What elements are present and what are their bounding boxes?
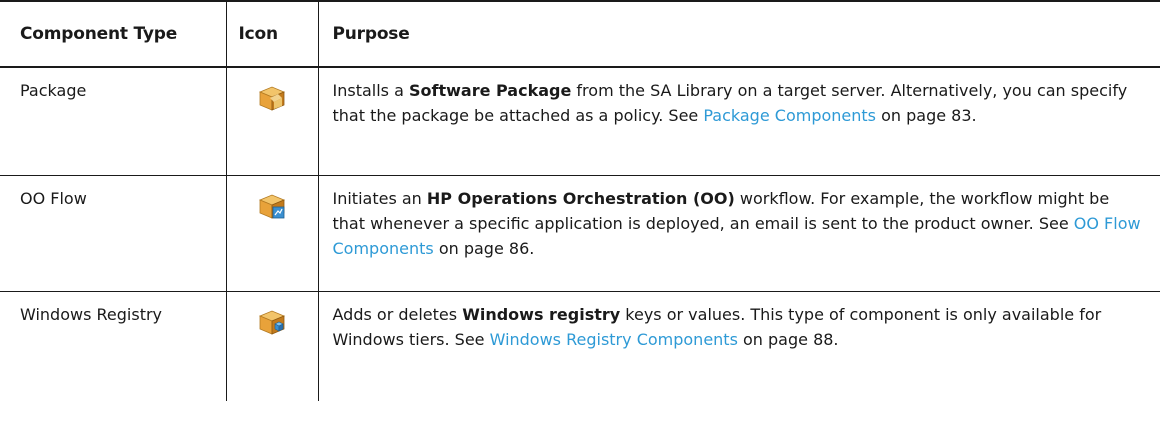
windows-registry-components-link[interactable]: Windows Registry Components [490,330,738,349]
windows-registry-box-icon [256,306,288,338]
purpose-text: Initiates an [332,189,427,208]
package-box-icon [256,82,288,114]
purpose-text: Installs a [332,81,409,100]
component-types-table: Component Type Icon Purpose Package Inst… [0,0,1160,401]
table-header-row: Component Type Icon Purpose [0,0,1160,68]
purpose-text: Adds or deletes [332,305,463,324]
purpose-bold-term: Software Package [408,81,572,100]
page-reference: on page 86. [433,239,535,258]
page-reference: on page 83. [876,106,977,125]
table-row: Windows Registry Adds or deletes Windows… [0,291,1160,401]
header-purpose: Purpose [317,0,1160,68]
component-type-cell: Package [20,81,87,100]
purpose-cell: Initiates an HP Operations Orchestration… [317,175,1160,292]
purpose-cell: Adds or deletes Windows registry keys or… [317,291,1160,401]
header-icon: Icon [225,0,318,68]
component-type-cell: Windows Registry [0,291,226,401]
purpose-bold-term: HP Operations Orchestration (OO) [426,189,735,208]
purpose-bold-term: Windows registry [462,305,621,324]
oo-flow-box-icon [256,190,288,222]
package-components-link[interactable]: Package Components [703,106,876,125]
purpose-cell: Installs a Software Package from the SA … [317,67,1160,176]
table-row: Package Installs a Software Package from… [0,67,1160,176]
component-type-cell: OO Flow [0,175,226,292]
page-reference: on page 88. [737,330,839,349]
header-component-type: Component Type [0,0,226,68]
table-row: OO Flow Initiates an HP Operations Orche… [0,175,1160,292]
